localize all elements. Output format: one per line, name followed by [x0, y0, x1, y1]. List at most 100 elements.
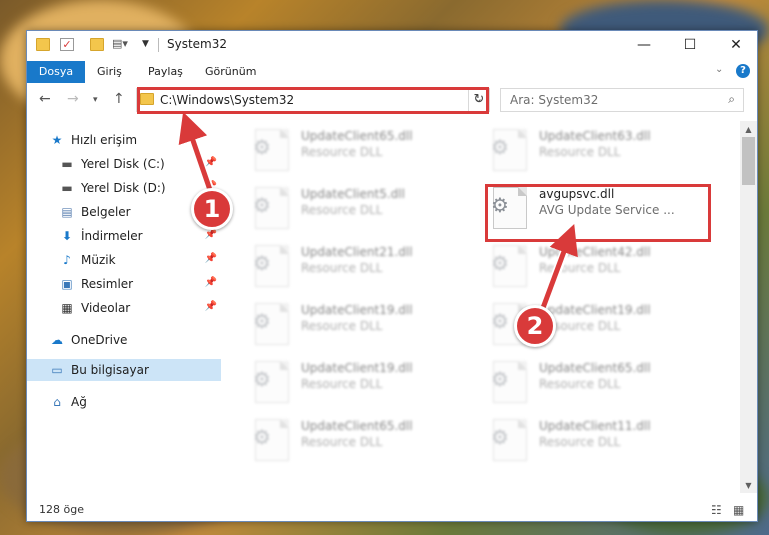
tab-view[interactable]: Görünüm	[195, 61, 266, 83]
pin-icon[interactable]: 📌	[205, 277, 217, 288]
titlebar: ✓ ▤▾ ▼ System32 — ☐ ✕	[27, 31, 757, 59]
nav-item-videos[interactable]: ▦ Videolar 📌	[27, 297, 221, 319]
music-icon: ♪	[63, 253, 71, 267]
pictures-icon: ▣	[61, 277, 73, 291]
nav-label: Belgeler	[81, 205, 131, 219]
nav-item-quick-access[interactable]: ★ Hızlı erişim	[27, 129, 221, 151]
file-description: Resource DLL	[301, 261, 383, 275]
pin-icon[interactable]: 📌	[205, 301, 217, 312]
file-description: Resource DLL	[301, 145, 383, 159]
nav-item-onedrive[interactable]: ☁ OneDrive	[27, 329, 221, 351]
file-description: Resource DLL	[301, 319, 383, 333]
search-placeholder: Ara: System32	[510, 93, 599, 107]
gear-icon: ⚙	[491, 135, 509, 159]
nav-item-music[interactable]: ♪ Müzik 📌	[27, 249, 221, 271]
search-icon[interactable]: ⌕	[728, 92, 735, 107]
recent-locations-icon[interactable]: ▾	[93, 95, 98, 105]
documents-icon: ▤	[61, 205, 73, 219]
maximize-button[interactable]: ☐	[667, 31, 713, 59]
file-name: UpdateClient19.dll	[301, 361, 413, 375]
file-item[interactable]: ⚙ UpdateClient11.dll Resource DLL	[485, 415, 715, 465]
nav-item-pictures[interactable]: ▣ Resimler 📌	[27, 273, 221, 295]
nav-item-network[interactable]: ⌂ Ağ	[27, 391, 221, 413]
file-description: Resource DLL	[301, 203, 383, 217]
gear-icon: ⚙	[491, 425, 509, 449]
star-icon: ★	[51, 133, 63, 147]
scroll-up-icon[interactable]: ▲	[740, 121, 757, 137]
gear-icon: ⚙	[253, 135, 271, 159]
gear-icon: ⚙	[253, 367, 271, 391]
scroll-down-icon[interactable]: ▼	[740, 477, 757, 493]
gear-icon: ⚙	[253, 309, 271, 333]
file-item[interactable]: ⚙ UpdateClient19.dll Resource DLL	[247, 299, 477, 349]
file-item[interactable]: ⚙ UpdateClient42.dll Resource DLL	[485, 241, 715, 291]
folder-icon	[36, 38, 50, 51]
file-item[interactable]: ⚙ UpdateClient19.dll Resource DLL	[247, 357, 477, 407]
forward-arrow-icon[interactable]: →	[67, 91, 79, 107]
details-view-icon[interactable]: ☷	[711, 503, 722, 517]
tab-file[interactable]: Dosya	[27, 61, 85, 83]
callout-2: 2	[514, 305, 556, 347]
nav-item-this-pc[interactable]: ▭ Bu bilgisayar	[27, 359, 221, 381]
file-highlight-box	[485, 184, 711, 242]
properties-icon[interactable]: ✓	[60, 38, 74, 51]
video-icon: ▦	[61, 301, 73, 315]
pin-icon[interactable]: 📌	[205, 229, 217, 240]
tab-share[interactable]: Paylaş	[138, 61, 193, 83]
download-icon: ⬇	[61, 229, 73, 243]
scroll-thumb[interactable]	[742, 137, 755, 185]
minimize-button[interactable]: —	[621, 31, 667, 59]
status-bar: 128 öge ☷ ▦	[27, 499, 757, 521]
pin-icon[interactable]: 📌	[205, 157, 217, 168]
file-name: UpdateClient63.dll	[539, 129, 651, 143]
file-item[interactable]: ⚙ UpdateClient65.dll Resource DLL	[485, 357, 715, 407]
item-count: 128 öge	[39, 503, 84, 516]
nav-label: Resimler	[81, 277, 134, 291]
nav-item-local-disk-c[interactable]: ▬ Yerel Disk (C:) 📌	[27, 153, 221, 175]
nav-label: Yerel Disk (C:)	[81, 157, 165, 171]
file-item[interactable]: ⚙ UpdateClient63.dll Resource DLL	[485, 125, 715, 175]
file-list: ⚙ UpdateClient65.dll Resource DLL ⚙ Upda…	[223, 121, 737, 493]
file-item[interactable]: ⚙ UpdateClient65.dll Resource DLL	[247, 125, 477, 175]
help-icon[interactable]: ?	[736, 64, 750, 78]
file-name: UpdateClient21.dll	[301, 245, 413, 259]
nav-label: Yerel Disk (D:)	[81, 181, 166, 195]
nav-item-downloads[interactable]: ⬇ İndirmeler 📌	[27, 225, 221, 247]
file-description: Resource DLL	[301, 435, 383, 449]
customize-quick-access-icon[interactable]: ▤▾	[112, 38, 128, 51]
network-icon: ⌂	[53, 395, 61, 409]
search-input[interactable]: Ara: System32 ⌕	[500, 88, 744, 112]
chevron-down-icon[interactable]: ▼	[142, 38, 156, 51]
file-name: UpdateClient19.dll	[301, 303, 413, 317]
nav-label: Hızlı erişim	[71, 133, 138, 147]
nav-label: Ağ	[71, 395, 87, 409]
vertical-scrollbar[interactable]: ▲ ▼	[740, 121, 757, 493]
computer-icon: ▭	[51, 363, 63, 377]
large-icons-view-icon[interactable]: ▦	[733, 503, 744, 517]
nav-item-local-disk-d[interactable]: ▬ Yerel Disk (D:) 📌	[27, 177, 221, 199]
file-item[interactable]: ⚙ UpdateClient5.dll Resource DLL	[247, 183, 477, 233]
expand-ribbon-icon[interactable]: ⌄	[715, 64, 723, 75]
drive-icon: ▬	[61, 157, 73, 171]
tab-home[interactable]: Giriş	[87, 61, 132, 83]
ribbon-tabs: Dosya Giriş Paylaş Görünüm ⌄ ?	[27, 61, 757, 83]
file-description: Resource DLL	[539, 435, 621, 449]
up-arrow-icon[interactable]: ↑	[113, 91, 125, 107]
drive-icon: ▬	[61, 181, 73, 195]
window-title: System32	[167, 37, 228, 51]
pin-icon[interactable]: 📌	[205, 253, 217, 264]
file-item[interactable]: ⚙ UpdateClient21.dll Resource DLL	[247, 241, 477, 291]
nav-label: Videolar	[81, 301, 131, 315]
close-button[interactable]: ✕	[713, 31, 759, 59]
address-highlight-box	[137, 87, 489, 114]
file-item[interactable]: ⚙ UpdateClient65.dll Resource DLL	[247, 415, 477, 465]
new-folder-icon[interactable]	[90, 38, 104, 51]
file-name: UpdateClient5.dll	[301, 187, 405, 201]
file-explorer-window: ✓ ▤▾ ▼ System32 — ☐ ✕ Dosya Giriş Paylaş…	[26, 30, 758, 522]
file-description: Resource DLL	[539, 145, 621, 159]
file-name: UpdateClient11.dll	[539, 419, 651, 433]
callout-1: 1	[191, 188, 233, 230]
nav-label: OneDrive	[71, 333, 128, 347]
nav-label: İndirmeler	[81, 229, 143, 243]
back-arrow-icon[interactable]: ←	[39, 91, 51, 107]
